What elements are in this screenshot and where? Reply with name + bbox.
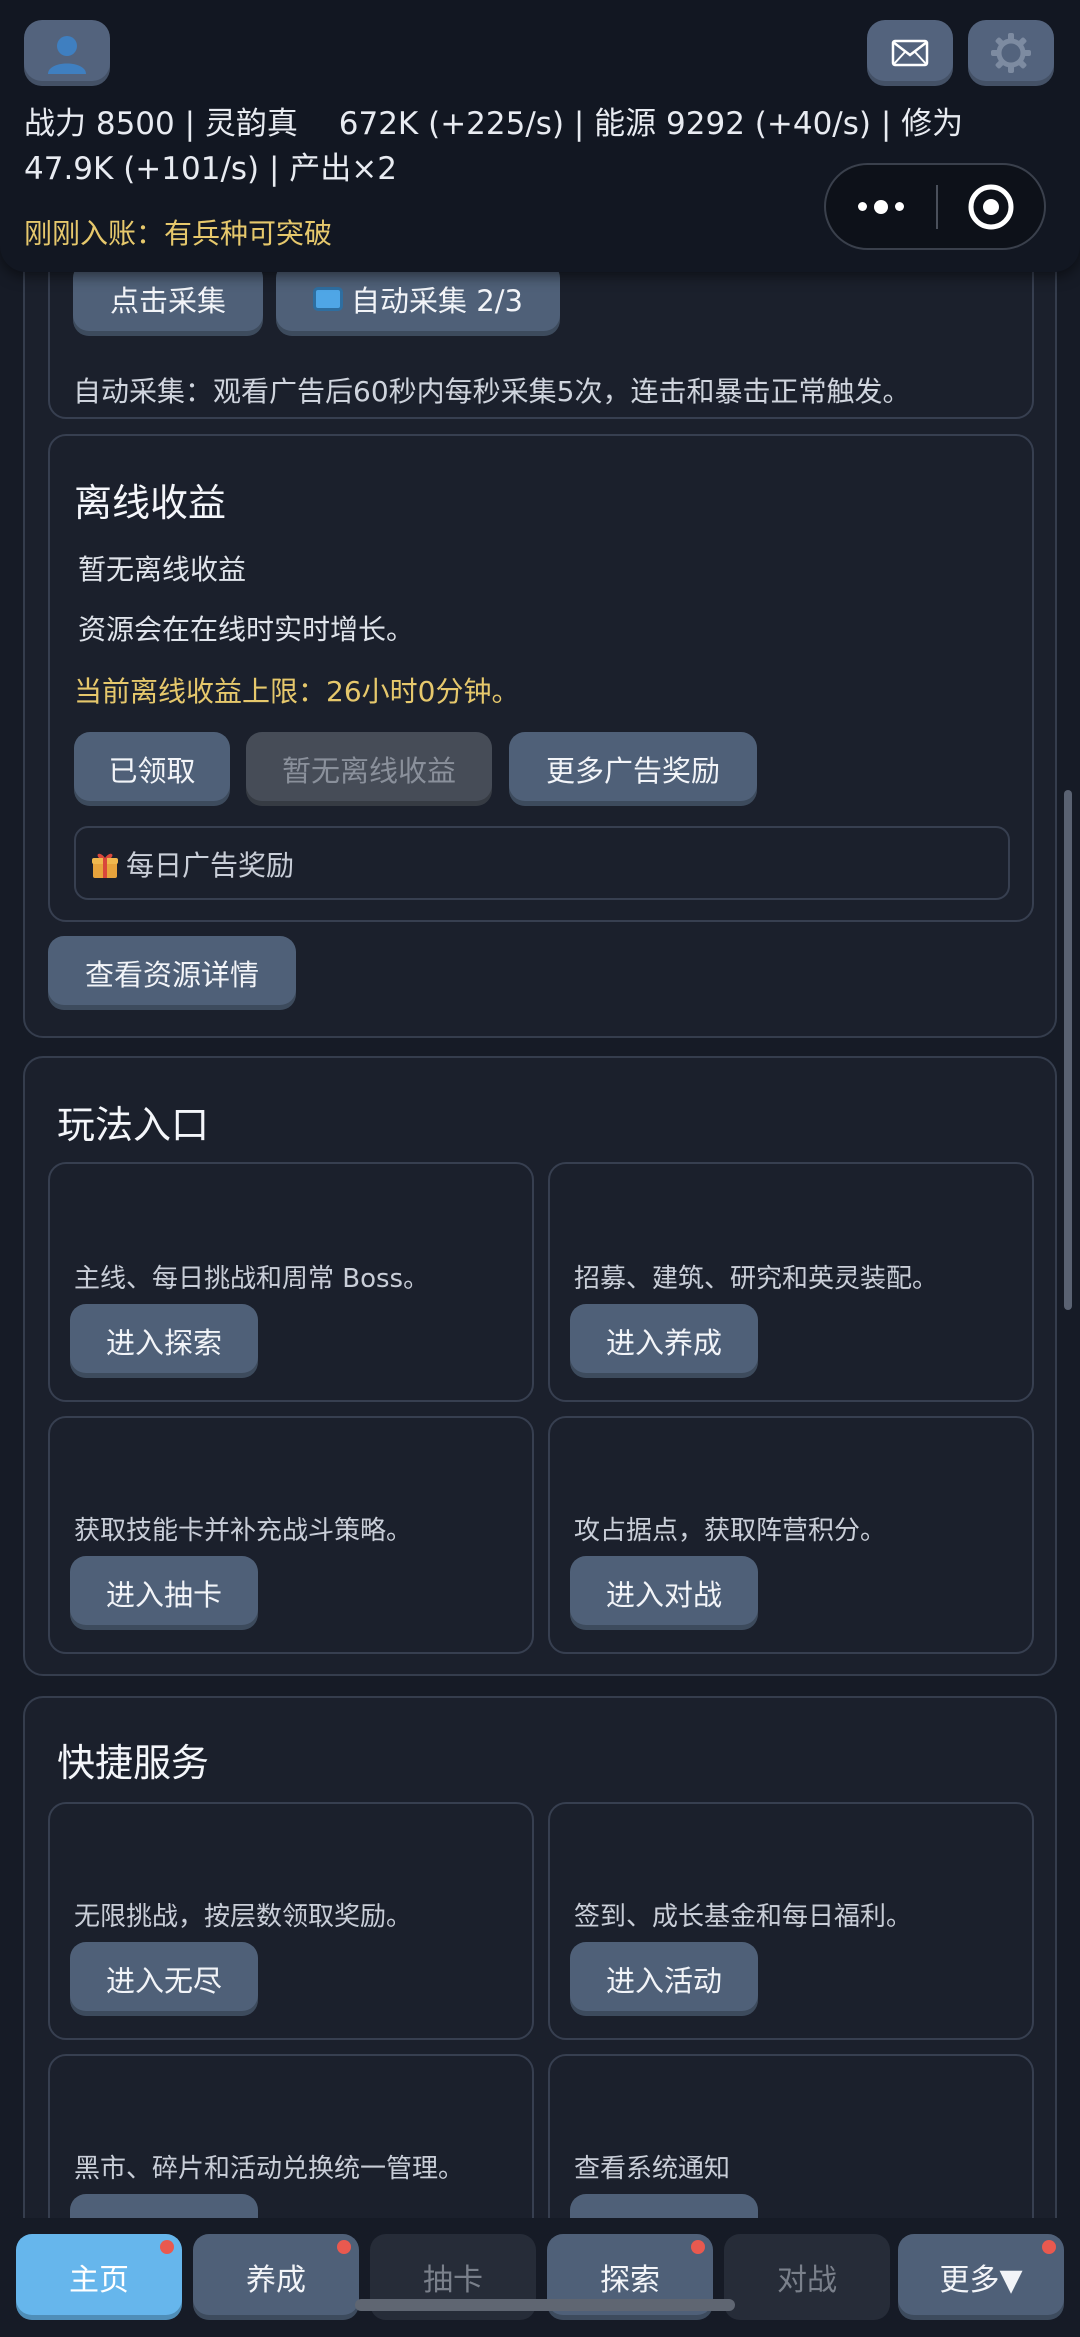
card-desc: 查看系统通知 xyxy=(574,2154,731,2184)
settings-button[interactable] xyxy=(968,20,1054,86)
resource-details-button[interactable]: 查看资源详情 xyxy=(48,936,296,1010)
bottom-tab-bar: 主页 养成 抽卡 探索 对战 更多▼ xyxy=(0,2218,1080,2337)
close-miniprogram-icon[interactable] xyxy=(938,183,1044,231)
tab-home[interactable]: 主页 xyxy=(16,2234,182,2320)
tab-label: 养成 xyxy=(246,2263,306,2298)
card-desc: 签到、成长基金和每日福利。 xyxy=(574,1902,913,1932)
enter-explore-button[interactable]: 进入探索 xyxy=(70,1304,258,1378)
gear-icon xyxy=(991,33,1031,73)
mail-icon xyxy=(891,39,929,67)
offline-earnings-panel: 离线收益 暂无离线收益 资源会在在线时实时增长。 当前离线收益上限：26小时0分… xyxy=(48,434,1034,922)
scrollbar[interactable] xyxy=(1064,790,1072,1310)
card-desc: 黑市、碎片和活动兑换统一管理。 xyxy=(74,2154,465,2184)
service-card-endless: 无限挑战，按层数领取奖励。 进入无尽 xyxy=(48,1802,534,2040)
enter-battle-button[interactable]: 进入对战 xyxy=(570,1556,758,1630)
gift-icon xyxy=(90,850,120,878)
recent-income-notice: 刚刚入账：有兵种可突破 xyxy=(24,217,333,250)
home-indicator xyxy=(355,2299,735,2311)
resource-panel: 点击采集 自动采集 2/3 自动采集：观看广告后60秒内每秒采集5次，连击和暴击… xyxy=(23,112,1057,1038)
tab-battle[interactable]: 对战 xyxy=(724,2234,890,2320)
card-desc: 主线、每日挑战和周常 Boss。 xyxy=(74,1264,430,1294)
mail-button[interactable] xyxy=(867,20,953,86)
card-desc: 招募、建筑、研究和英灵装配。 xyxy=(574,1264,939,1294)
tab-develop[interactable]: 养成 xyxy=(193,2234,359,2320)
no-offline-button: 暂无离线收益 xyxy=(246,732,492,806)
offline-none-text: 暂无离线收益 xyxy=(78,553,247,586)
more-options-icon[interactable] xyxy=(826,199,936,214)
user-icon xyxy=(48,36,86,74)
auto-collect-desc: 自动采集：观看广告后60秒内每秒采集5次，连击和暴击正常触发。 xyxy=(73,375,911,408)
notification-badge xyxy=(337,2240,351,2254)
enter-events-button[interactable]: 进入活动 xyxy=(570,1942,758,2016)
click-collect-button[interactable]: 点击采集 xyxy=(73,262,263,336)
offline-title: 离线收益 xyxy=(74,481,227,525)
service-card-events: 签到、成长基金和每日福利。 进入活动 xyxy=(548,1802,1034,2040)
tab-more[interactable]: 更多▼ xyxy=(898,2234,1064,2320)
gameplay-card-battle: 攻占据点，获取阵营积分。 进入对战 xyxy=(548,1416,1034,1654)
tab-label: 探索 xyxy=(600,2263,660,2298)
notification-badge xyxy=(160,2240,174,2254)
notification-badge xyxy=(691,2240,705,2254)
card-desc: 无限挑战，按层数领取奖励。 xyxy=(74,1902,413,1932)
auto-collect-button[interactable]: 自动采集 2/3 xyxy=(276,262,560,336)
card-desc: 获取技能卡并补充战斗策略。 xyxy=(74,1516,413,1546)
tab-label: 对战 xyxy=(777,2263,837,2298)
tv-icon xyxy=(313,287,344,311)
avatar-button[interactable] xyxy=(24,20,110,86)
top-header: 战力 8500 | 灵韵真 672K (+225/s) | 能源 9292 (+… xyxy=(0,0,1080,272)
gameplay-card-explore: 主线、每日挑战和周常 Boss。 进入探索 xyxy=(48,1162,534,1402)
notification-badge xyxy=(1042,2240,1056,2254)
miniprogram-capsule xyxy=(824,163,1046,250)
more-ads-button[interactable]: 更多广告奖励 xyxy=(509,732,757,806)
enter-gacha-button[interactable]: 进入抽卡 xyxy=(70,1556,258,1630)
daily-ad-reward-row[interactable]: 每日广告奖励 xyxy=(74,826,1010,900)
claimed-button[interactable]: 已领取 xyxy=(74,732,230,806)
daily-ad-reward-label: 每日广告奖励 xyxy=(126,849,295,882)
gameplay-entry-panel: 玩法入口 主线、每日挑战和周常 Boss。 进入探索 招募、建筑、研究和英灵装配… xyxy=(23,1056,1057,1676)
tab-label: 更多▼ xyxy=(939,2263,1023,2298)
offline-growth-text: 资源会在在线时实时增长。 xyxy=(78,613,415,646)
tab-label: 抽卡 xyxy=(423,2263,483,2298)
enter-develop-button[interactable]: 进入养成 xyxy=(570,1304,758,1378)
card-desc: 攻占据点，获取阵营积分。 xyxy=(574,1516,887,1546)
services-title: 快捷服务 xyxy=(57,1741,210,1785)
auto-collect-label: 自动采集 2/3 xyxy=(351,284,523,318)
gameplay-card-gacha: 获取技能卡并补充战斗策略。 进入抽卡 xyxy=(48,1416,534,1654)
gameplay-title: 玩法入口 xyxy=(57,1103,210,1147)
tab-label: 主页 xyxy=(69,2263,129,2298)
offline-limit-text: 当前离线收益上限：26小时0分钟。 xyxy=(74,675,520,708)
enter-endless-button[interactable]: 进入无尽 xyxy=(70,1942,258,2016)
gameplay-card-develop: 招募、建筑、研究和英灵装配。 进入养成 xyxy=(548,1162,1034,1402)
